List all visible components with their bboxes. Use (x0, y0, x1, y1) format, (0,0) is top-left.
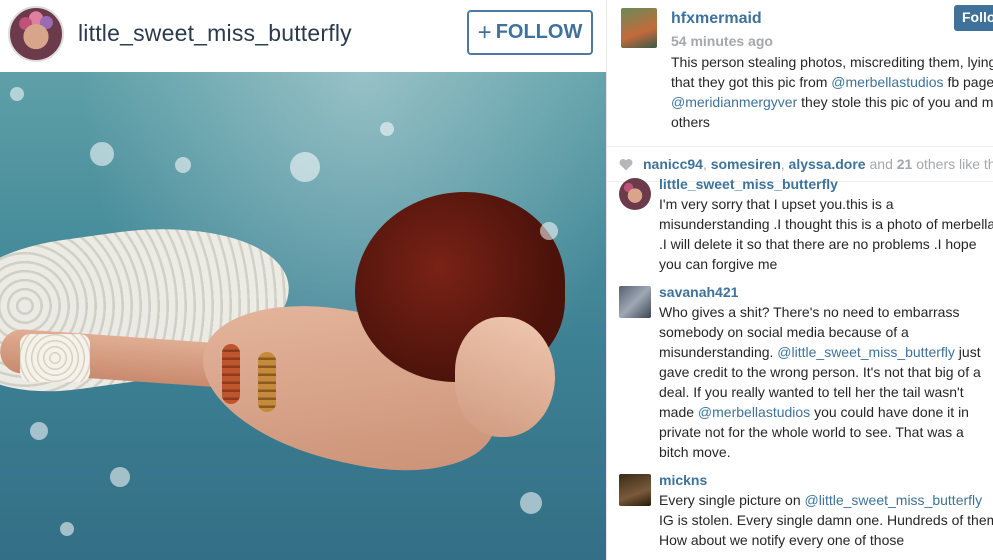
mermaid-face (455, 317, 555, 437)
comment-text: I'm very sorry that I upset you.this is … (659, 196, 993, 272)
caption-follow-button[interactable]: Follo (954, 5, 993, 31)
caption-username[interactable]: hfxmermaid (671, 10, 762, 28)
caption-text: This person stealing photos, miscreditin… (671, 52, 993, 132)
caption-line: @meridianmergyver they stole this pic of… (671, 94, 993, 110)
caption-line: others (671, 114, 710, 130)
poster-username[interactable]: little_sweet_miss_butterfly (78, 20, 352, 47)
mention-link[interactable]: @little_sweet_miss_butterfly (777, 344, 955, 360)
mention-link[interactable]: @little_sweet_miss_butterfly (805, 492, 983, 508)
comment-avatar[interactable] (619, 474, 651, 506)
like-user-2[interactable]: somesiren (711, 156, 781, 172)
caption-line: that they got this pic from @merbellastu… (671, 74, 993, 90)
comment-text: Who gives a shit? There's no need to emb… (659, 304, 981, 460)
caption-avatar[interactable] (621, 8, 657, 48)
comment-text: Every single picture on @little_sweet_mi… (659, 492, 993, 548)
comments-pane: hfxmermaid Follo 54 minutes ago This per… (606, 0, 993, 560)
comment-avatar[interactable] (619, 178, 651, 210)
plus-icon: + (477, 18, 492, 46)
follow-label: FOLLOW (495, 21, 583, 43)
post-photo[interactable] (0, 72, 606, 560)
likes-text: nanicc94, somesiren, alyssa.dore and 21 … (643, 156, 993, 172)
caption-timestamp: 54 minutes ago (671, 33, 773, 49)
heart-icon[interactable] (619, 158, 633, 171)
likes-count[interactable]: 21 (897, 156, 913, 172)
photo-pane: little_sweet_miss_butterfly + FOLLOW (0, 0, 606, 560)
follow-button[interactable]: + FOLLOW (467, 10, 593, 55)
poster-avatar[interactable] (8, 6, 64, 62)
post-header: little_sweet_miss_butterfly + FOLLOW (0, 0, 606, 72)
mention-link[interactable]: @merbellastudios (698, 404, 810, 420)
comment-username[interactable]: mickns (659, 472, 707, 488)
like-user-1[interactable]: nanicc94 (643, 156, 703, 172)
comment-username[interactable]: little_sweet_miss_butterfly (659, 176, 838, 192)
comment-username[interactable]: savanah421 (659, 284, 738, 300)
like-user-3[interactable]: alyssa.dore (789, 156, 866, 172)
mention-link[interactable]: @meridianmergyver (671, 94, 797, 110)
caption-line: This person stealing photos, miscreditin… (671, 54, 993, 70)
comment-avatar[interactable] (619, 286, 651, 318)
mention-link[interactable]: @merbellastudios (831, 74, 943, 90)
